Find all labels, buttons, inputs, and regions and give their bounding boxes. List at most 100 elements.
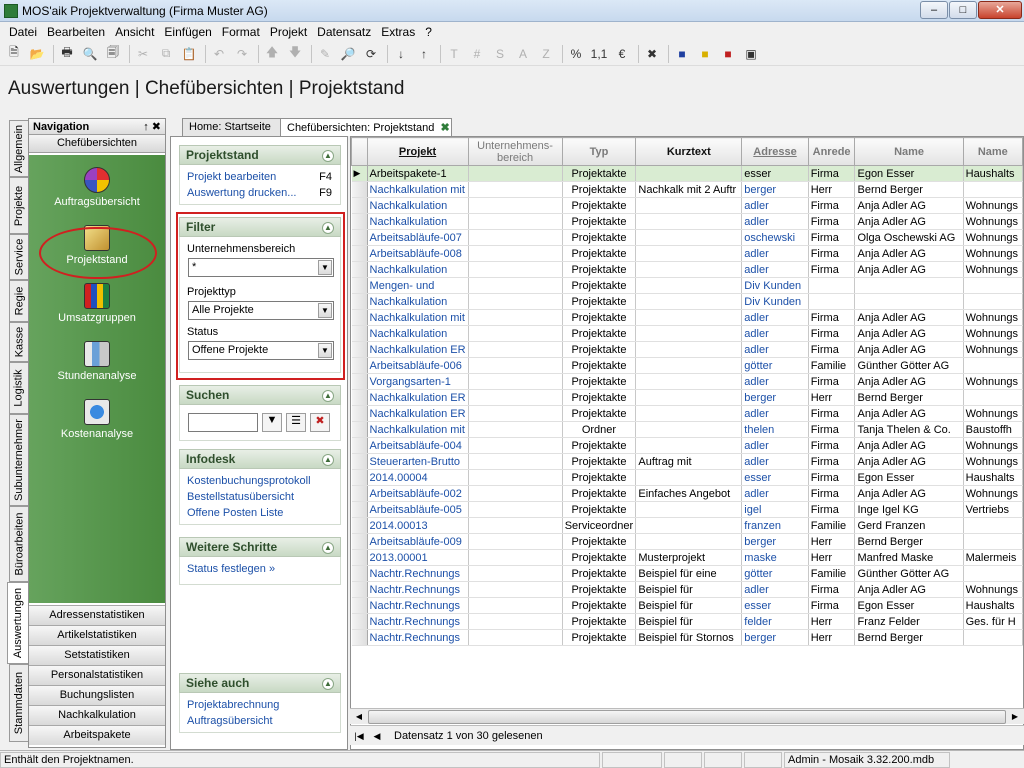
cell-name2[interactable] bbox=[963, 181, 1023, 198]
table-row[interactable]: Nachkalkulation Projektakte adler Firma Anja… bbox=[351, 325, 1023, 342]
table-row[interactable]: 2013.00001 Projektakte Musterprojekt maske H… bbox=[351, 549, 1023, 566]
cell-name[interactable]: Anja Adler AG bbox=[854, 245, 964, 262]
table-row[interactable]: Nachtr.Rechnungs Projektakte Beispiel für … bbox=[351, 629, 1023, 646]
row-indicator[interactable] bbox=[351, 597, 368, 614]
cell-kurztext[interactable] bbox=[635, 421, 743, 438]
cell-typ[interactable]: Projektakte bbox=[562, 453, 637, 470]
cell-unternehmensbereich[interactable] bbox=[468, 181, 563, 198]
vtab-regie[interactable]: Regie bbox=[9, 280, 28, 322]
cell-adresse[interactable]: thelen bbox=[741, 421, 809, 438]
cell-projekt[interactable]: Nachkalkulation bbox=[367, 261, 469, 278]
cell-name[interactable]: Olga Oschewski AG bbox=[854, 229, 964, 246]
cell-name[interactable]: Franz Felder bbox=[854, 613, 964, 630]
cell-typ[interactable]: Projektakte bbox=[562, 325, 637, 342]
cell-adresse[interactable]: berger bbox=[741, 533, 809, 550]
previous-record-icon[interactable]: ◀ bbox=[368, 728, 386, 744]
cell-unternehmensbereich[interactable] bbox=[468, 469, 563, 486]
menu-datei[interactable]: Datei bbox=[4, 25, 42, 39]
cell-typ[interactable]: Projektakte bbox=[562, 437, 637, 454]
cut-icon[interactable]: ✂ bbox=[133, 44, 153, 64]
collapse-chevron-icon[interactable]: ▲ bbox=[322, 542, 334, 554]
cell-name[interactable]: Bernd Berger bbox=[854, 181, 964, 198]
section-header-projektstand[interactable]: Projektstand ▲ bbox=[179, 145, 341, 165]
collapse-chevron-icon[interactable]: ▲ bbox=[322, 454, 334, 466]
cell-adresse[interactable]: berger bbox=[741, 629, 809, 646]
cell-anrede[interactable]: Herr bbox=[808, 629, 856, 646]
new-file-icon[interactable]: 🗎 bbox=[4, 44, 24, 64]
cell-projekt[interactable]: 2014.00004 bbox=[367, 469, 469, 486]
cell-name2[interactable]: Wohnungs bbox=[963, 197, 1023, 214]
cell-anrede[interactable]: Firma bbox=[808, 581, 856, 598]
cell-name[interactable]: Anja Adler AG bbox=[854, 325, 964, 342]
cell-name[interactable] bbox=[854, 293, 964, 310]
row-indicator[interactable] bbox=[351, 309, 368, 326]
sort-ascending-icon[interactable]: ↓ bbox=[391, 44, 411, 64]
nav-entry-umsatzgruppen[interactable]: Umsatzgruppen bbox=[29, 283, 165, 324]
cell-unternehmensbereich[interactable] bbox=[468, 549, 563, 566]
menu-extras[interactable]: Extras bbox=[376, 25, 420, 39]
cell-kurztext[interactable]: Beispiel für bbox=[635, 581, 743, 598]
cell-kurztext[interactable]: Musterprojekt bbox=[635, 549, 743, 566]
link-auswertung-drucken[interactable]: Auswertung drucken... F9 bbox=[180, 185, 340, 201]
menu-format[interactable]: Format bbox=[217, 25, 265, 39]
menu-projekt[interactable]: Projekt bbox=[265, 25, 312, 39]
move-up-icon[interactable]: 🡅 bbox=[262, 44, 282, 64]
vtab-service[interactable]: Service bbox=[9, 234, 28, 280]
cell-name2[interactable]: Malermeis bbox=[963, 549, 1023, 566]
cell-name[interactable]: Anja Adler AG bbox=[854, 437, 964, 454]
cell-adresse[interactable]: adler bbox=[741, 213, 809, 230]
row-indicator[interactable] bbox=[351, 517, 368, 534]
table-row[interactable]: Nachkalkulation Projektakte adler Firma Anja… bbox=[351, 197, 1023, 214]
cell-typ[interactable]: Ordner bbox=[562, 421, 637, 438]
cell-unternehmensbereich[interactable] bbox=[468, 373, 563, 390]
cell-projekt[interactable]: Nachkalkulation bbox=[367, 197, 469, 214]
cell-adresse[interactable]: adler bbox=[741, 309, 809, 326]
cell-name[interactable]: Anja Adler AG bbox=[854, 197, 964, 214]
cell-kurztext[interactable] bbox=[635, 229, 743, 246]
cell-unternehmensbereich[interactable] bbox=[468, 613, 563, 630]
cell-adresse[interactable]: maske bbox=[741, 549, 809, 566]
vtab-kasse[interactable]: Kasse bbox=[9, 322, 28, 362]
cell-anrede[interactable]: Familie bbox=[808, 357, 856, 374]
cell-adresse[interactable]: esser bbox=[741, 469, 809, 486]
cell-name[interactable]: Bernd Berger bbox=[854, 629, 964, 646]
cell-adresse[interactable]: oschewski bbox=[741, 229, 809, 246]
cell-name[interactable]: Bernd Berger bbox=[854, 389, 964, 406]
column-header-name[interactable]: Name bbox=[854, 137, 964, 166]
cell-name[interactable]: Bernd Berger bbox=[854, 533, 964, 550]
nav-button-adressenstatistiken[interactable]: Adressenstatistiken bbox=[29, 605, 165, 625]
cell-adresse[interactable]: Div Kunden bbox=[741, 277, 809, 294]
menu-ansicht[interactable]: Ansicht bbox=[110, 25, 159, 39]
row-indicator[interactable] bbox=[351, 261, 368, 278]
cell-projekt[interactable]: Arbeitsabläufe-009 bbox=[367, 533, 469, 550]
cell-adresse[interactable]: esser bbox=[741, 597, 809, 614]
cell-kurztext[interactable]: Beispiel für bbox=[635, 613, 743, 630]
nav-entry-stundenanalyse[interactable]: Stundenanalyse bbox=[29, 341, 165, 382]
cell-adresse[interactable]: adler bbox=[741, 341, 809, 358]
column-header-adresse[interactable]: Adresse bbox=[741, 137, 809, 166]
cell-name2[interactable]: Wohnungs bbox=[963, 485, 1023, 502]
vtab-projekte[interactable]: Projekte bbox=[9, 177, 28, 234]
cell-kurztext[interactable] bbox=[635, 533, 743, 550]
cell-typ[interactable]: Projektakte bbox=[562, 373, 637, 390]
cell-typ[interactable]: Projektakte bbox=[562, 165, 637, 182]
cell-projekt[interactable]: Nachtr.Rechnungs bbox=[367, 565, 469, 582]
cell-unternehmensbereich[interactable] bbox=[468, 277, 563, 294]
row-indicator[interactable] bbox=[351, 357, 368, 374]
text-icon[interactable]: T bbox=[444, 44, 464, 64]
paste-icon[interactable]: 📋 bbox=[179, 44, 199, 64]
cell-projekt[interactable]: Steuerarten-Brutto bbox=[367, 453, 469, 470]
cell-unternehmensbereich[interactable] bbox=[468, 533, 563, 550]
first-record-icon[interactable]: |◀ bbox=[350, 728, 368, 744]
cell-name2[interactable]: Wohnungs bbox=[963, 213, 1023, 230]
user-red-icon[interactable]: ■ bbox=[718, 44, 738, 64]
vtab-auswertungen[interactable]: Auswertungen bbox=[7, 582, 28, 664]
copy-icon[interactable]: ⧉ bbox=[156, 44, 176, 64]
percent-icon[interactable]: % bbox=[566, 44, 586, 64]
table-row[interactable]: Arbeitsabläufe-007 Projektakte oschewski Fi… bbox=[351, 229, 1023, 246]
cell-projekt[interactable]: Nachkalkulation bbox=[367, 325, 469, 342]
cell-adresse[interactable]: adler bbox=[741, 405, 809, 422]
cell-adresse[interactable]: igel bbox=[741, 501, 809, 518]
cell-kurztext[interactable] bbox=[635, 309, 743, 326]
link-offene-posten-liste[interactable]: Offene Posten Liste bbox=[180, 505, 340, 521]
